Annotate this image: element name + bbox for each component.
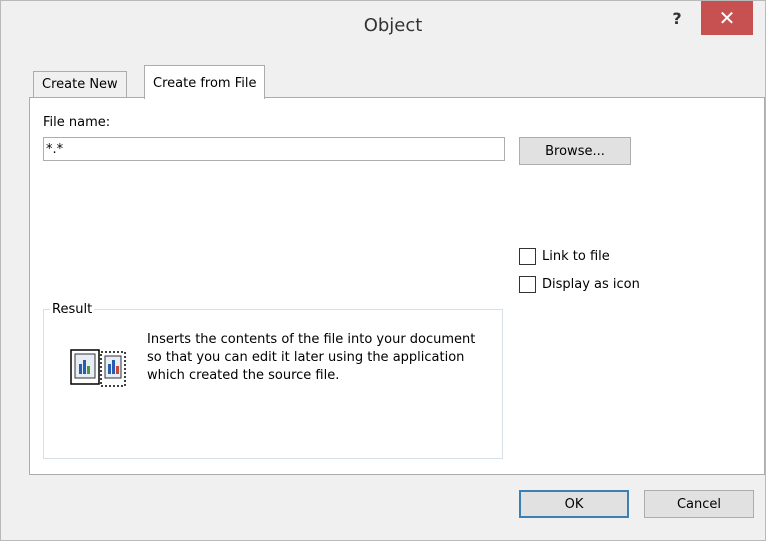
ok-button-label: OK	[564, 497, 584, 512]
display-as-icon-option[interactable]: Display as icon	[519, 276, 640, 293]
file-name-label: File name:	[43, 115, 111, 130]
result-description: Inserts the contents of the file into yo…	[147, 332, 476, 383]
dialog-title: Object	[363, 15, 423, 36]
tab-create-from-file-label: Create from File	[153, 76, 257, 91]
object-dialog: Object ? ✕ Create New Create from File F…	[0, 0, 766, 541]
file-name-input[interactable]: *.*	[43, 137, 505, 161]
result-legend: Result	[52, 302, 93, 317]
tab-create-from-file[interactable]: Create from File	[144, 65, 266, 99]
embed-object-icon	[67, 344, 137, 394]
title-bar: Object ? ✕	[1, 1, 765, 56]
ok-button[interactable]: OK	[519, 490, 629, 518]
cancel-button-label: Cancel	[676, 497, 722, 512]
display-as-icon-label: Display as icon	[542, 277, 640, 292]
cancel-button[interactable]: Cancel	[644, 490, 754, 518]
browse-button[interactable]: Browse...	[519, 137, 631, 165]
link-to-file-checkbox[interactable]	[519, 248, 536, 265]
tab-create-new[interactable]: Create New	[33, 71, 127, 98]
display-as-icon-checkbox[interactable]	[519, 276, 536, 293]
tab-create-new-label: Create New	[42, 77, 118, 92]
close-icon: ✕	[718, 6, 736, 30]
browse-button-label: Browse...	[545, 144, 605, 159]
close-button[interactable]: ✕	[701, 1, 753, 35]
link-to-file-label: Link to file	[542, 249, 610, 264]
help-button[interactable]: ?	[665, 7, 689, 31]
link-to-file-option[interactable]: Link to file	[519, 248, 610, 265]
